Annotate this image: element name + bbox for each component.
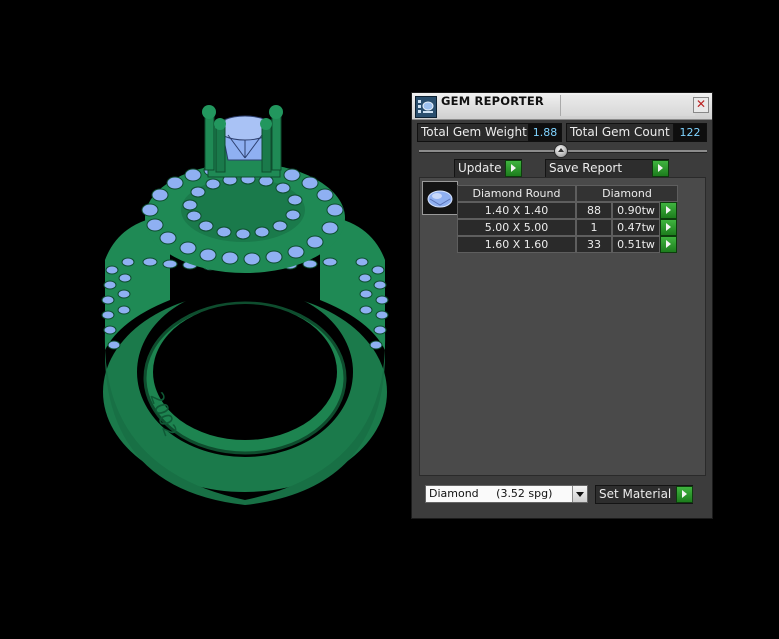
titlebar-grip[interactable] bbox=[560, 95, 695, 116]
gem-count: 33 bbox=[576, 236, 612, 253]
play-arrow-icon[interactable] bbox=[652, 160, 669, 177]
gem-count: 88 bbox=[576, 202, 612, 219]
gem-weight: 0.51tw bbox=[612, 236, 660, 253]
chevron-down-icon[interactable] bbox=[572, 486, 587, 502]
material-select[interactable]: Diamond (3.52 spg) bbox=[425, 485, 588, 503]
update-button[interactable]: Update bbox=[454, 159, 522, 178]
total-gem-count-value: 122 bbox=[673, 123, 707, 142]
material-select-value: Diamond (3.52 spg) bbox=[429, 487, 553, 500]
play-arrow-icon[interactable] bbox=[660, 219, 677, 236]
gem-weight: 0.90tw bbox=[612, 202, 660, 219]
titlebar[interactable]: GEM REPORTER ✕ bbox=[412, 93, 712, 120]
gem-list[interactable]: Diamond Round Diamond 1.40 X 1.40 88 0.9… bbox=[419, 177, 706, 476]
total-gem-count-label: Total Gem Count bbox=[566, 123, 674, 142]
table-header-material: Diamond bbox=[576, 185, 678, 202]
save-report-button-label: Save Report bbox=[549, 161, 623, 175]
table-header-shape: Diamond Round bbox=[457, 185, 576, 202]
gem-count: 1 bbox=[576, 219, 612, 236]
panel-title: GEM REPORTER bbox=[441, 94, 544, 108]
play-arrow-icon[interactable] bbox=[676, 486, 693, 503]
gem-reporter-icon bbox=[415, 96, 437, 118]
total-gem-weight-value: 1.88 bbox=[528, 123, 562, 142]
close-icon[interactable]: ✕ bbox=[693, 97, 709, 113]
slider-knob[interactable] bbox=[554, 144, 568, 158]
gem-size: 1.60 X 1.60 bbox=[457, 236, 576, 253]
total-gem-weight-label: Total Gem Weight bbox=[417, 123, 529, 142]
gem-reporter-panel: GEM REPORTER ✕ Total Gem Weight 1.88 Tot… bbox=[411, 92, 713, 519]
play-arrow-icon[interactable] bbox=[505, 160, 522, 177]
save-report-button[interactable]: Save Report bbox=[545, 159, 669, 178]
play-arrow-icon[interactable] bbox=[660, 236, 677, 253]
set-material-button[interactable]: Set Material bbox=[595, 485, 693, 504]
round-diamond-icon[interactable] bbox=[422, 181, 458, 215]
ring-model: 2002 bbox=[101, 105, 389, 505]
gem-size: 5.00 X 5.00 bbox=[457, 219, 576, 236]
update-button-label: Update bbox=[458, 161, 502, 175]
play-arrow-icon[interactable] bbox=[660, 202, 677, 219]
gem-weight: 0.47tw bbox=[612, 219, 660, 236]
set-material-button-label: Set Material bbox=[599, 487, 672, 501]
gem-size: 1.40 X 1.40 bbox=[457, 202, 576, 219]
